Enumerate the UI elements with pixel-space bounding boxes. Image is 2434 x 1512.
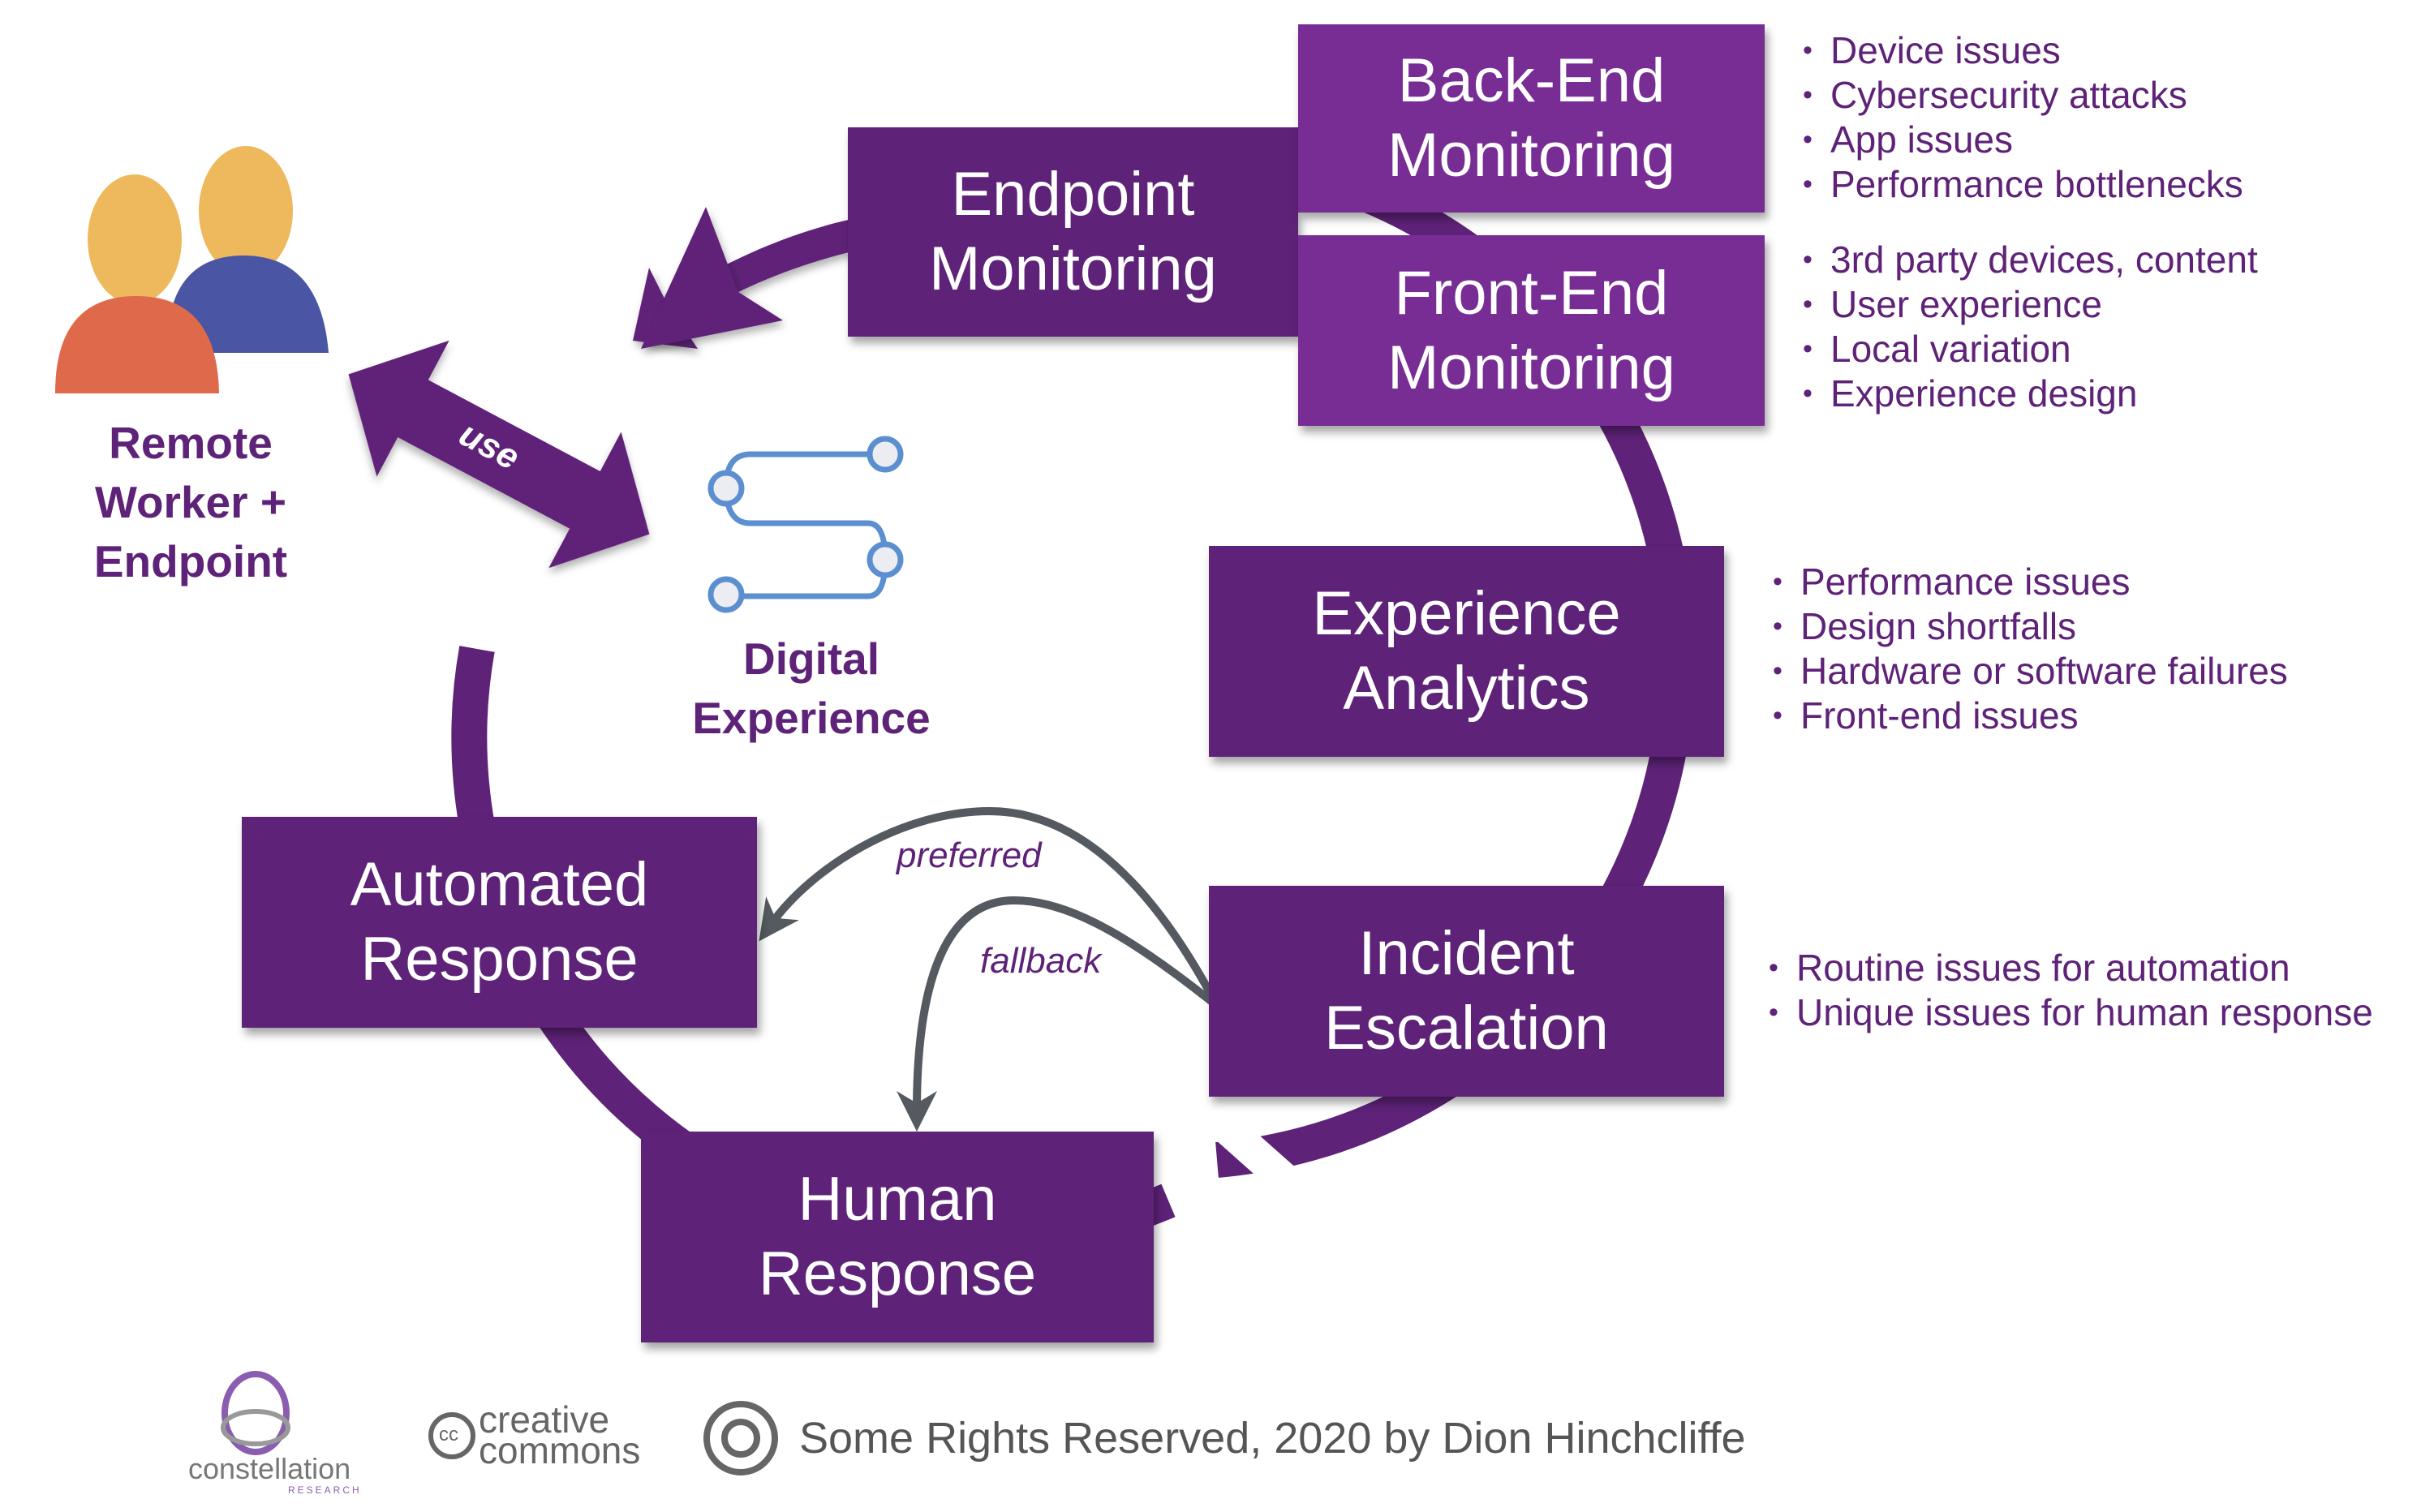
preferred-label: preferred — [897, 835, 1042, 875]
stage-automated-response: Automated Response — [242, 817, 757, 1028]
users-icon — [55, 146, 329, 393]
backend-notes: Device issues Cybersecurity attacks App … — [1803, 28, 2243, 207]
note-item: Unique issues for human response — [1769, 990, 2373, 1035]
note-item: Front-end issues — [1773, 694, 2288, 738]
note-item: Hardware or software failures — [1773, 649, 2288, 694]
constellation-logo-subtext: RESEARCH — [288, 1484, 362, 1496]
attribution-icon — [703, 1401, 778, 1475]
frontend-notes: 3rd party devices, content User experien… — [1803, 238, 2258, 416]
note-item: Performance bottlenecks — [1803, 162, 2243, 207]
analytics-notes: Performance issues Design shortfalls Har… — [1773, 560, 2288, 738]
note-item: Cybersecurity attacks — [1803, 73, 2243, 118]
note-item: 3rd party devices, content — [1803, 238, 2258, 282]
stage-endpoint-monitoring: Endpoint Monitoring — [848, 127, 1298, 337]
note-item: User experience — [1803, 282, 2258, 327]
stage-incident-escalation: Incident Escalation — [1209, 886, 1724, 1097]
cc-text-line2: commons — [479, 1429, 641, 1471]
digital-experience-label: Digital Experience — [692, 634, 931, 743]
rights-notice: Some Rights Reserved, 2020 by Dion Hinch… — [799, 1414, 1746, 1463]
digital-path-icon — [707, 436, 904, 613]
stage-backend-monitoring: Back-End Monitoring — [1298, 24, 1765, 213]
note-item: Routine issues for automation — [1769, 946, 2373, 990]
note-item: Design shortfalls — [1773, 604, 2288, 649]
fallback-label: fallback — [980, 941, 1102, 981]
escalation-notes: Routine issues for automation Unique iss… — [1769, 946, 2373, 1035]
stage-frontend-monitoring: Front-End Monitoring — [1298, 235, 1765, 426]
cc-badge-text: cc — [439, 1424, 458, 1445]
note-item: Performance issues — [1773, 560, 2288, 604]
constellation-logo-icon — [221, 1371, 290, 1455]
note-item: Experience design — [1803, 372, 2258, 416]
actor-label: Remote Worker + Endpoint — [93, 418, 288, 586]
note-item: Device issues — [1803, 28, 2243, 73]
stage-experience-analytics: Experience Analytics — [1209, 546, 1724, 757]
stage-human-response: Human Response — [641, 1132, 1154, 1342]
note-item: App issues — [1803, 118, 2243, 162]
note-item: Local variation — [1803, 327, 2258, 372]
constellation-logo-text: constellation — [188, 1452, 351, 1485]
diagram-canvas: use Remote Worker + Endpoint Digital Exp… — [0, 0, 2434, 1512]
